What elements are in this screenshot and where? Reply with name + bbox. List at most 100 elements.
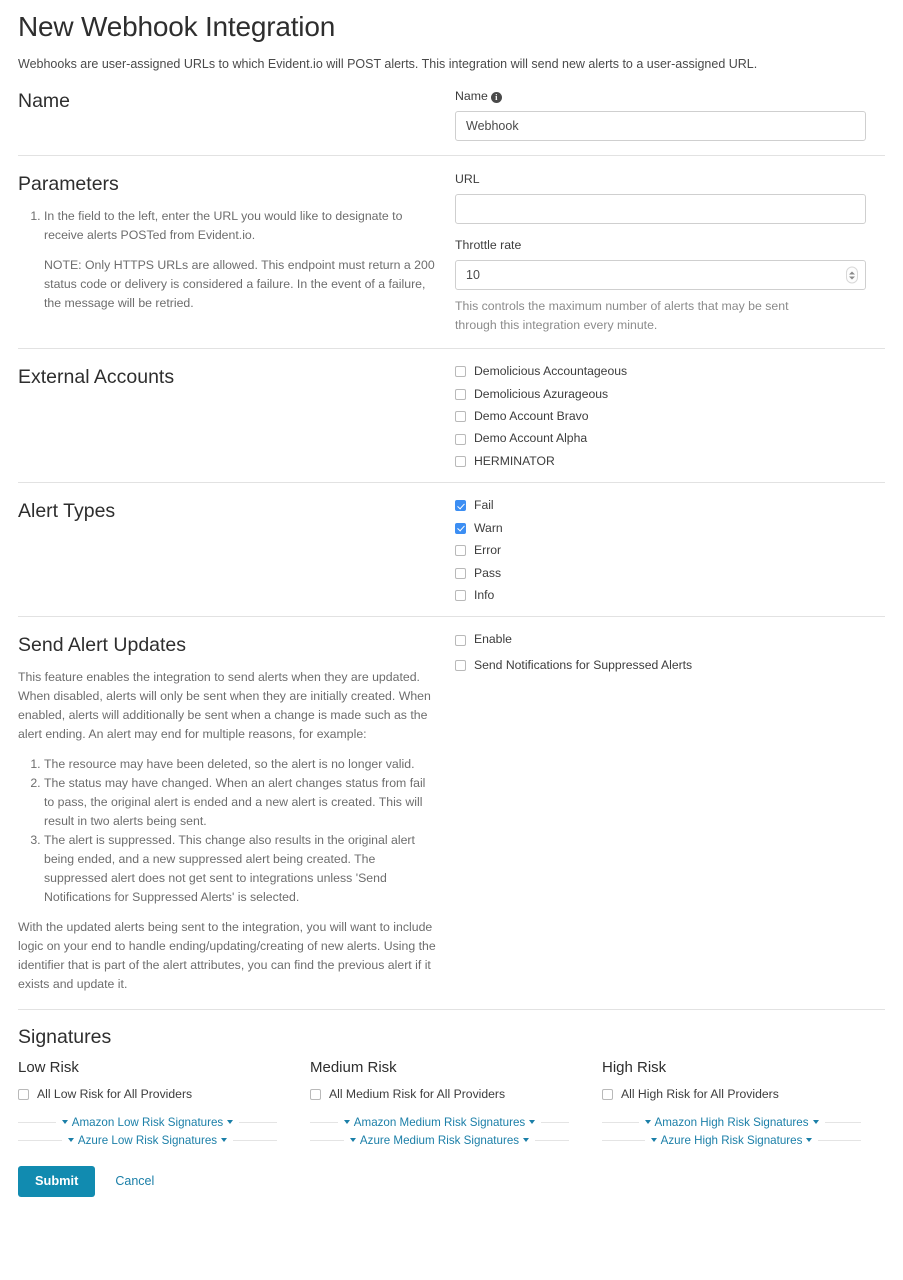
checkbox-row-demo-account-alpha[interactable]: Demo Account Alpha [455, 432, 885, 445]
name-field-label-text: Name [455, 89, 488, 104]
checkbox-icon[interactable] [455, 545, 466, 557]
checkbox-icon[interactable] [455, 522, 466, 534]
signature-dropdown-amazon-medium-risk[interactable]: Amazon Medium Risk Signatures [338, 1116, 541, 1129]
caret-down-icon [221, 1138, 228, 1143]
section-name-heading: Name [18, 90, 71, 113]
caret-down-icon [349, 1138, 356, 1143]
name-field-group: Name i [455, 89, 885, 142]
caret-down-icon [812, 1120, 819, 1125]
signature-dropdown-row: Amazon High Risk Signatures [602, 1116, 862, 1129]
section-send-alert-updates-left: Send Alert Updates This feature enables … [18, 633, 455, 994]
checkbox-icon[interactable] [455, 634, 466, 646]
checkbox-icon[interactable] [455, 660, 466, 672]
caret-down-icon [227, 1120, 234, 1125]
throttle-rate-input[interactable] [455, 260, 866, 291]
checkbox-icon[interactable] [455, 433, 466, 445]
signature-dropdown-row: Amazon Medium Risk Signatures [310, 1116, 569, 1129]
signature-dropdown-row: Amazon Low Risk Signatures [18, 1116, 277, 1129]
checkbox-label: Enable [474, 632, 512, 647]
signatures-column-title: Low Risk [18, 1058, 79, 1076]
signatures-column-low-risk: Low Risk All Low Risk for All Providers … [18, 1059, 310, 1152]
parameters-instruction-list: In the field to the left, enter the URL … [18, 207, 437, 313]
signature-dropdown-label: Azure Medium Risk Signatures [359, 1133, 520, 1147]
checkbox-row-all-low-risk[interactable]: All Low Risk for All Providers [18, 1087, 288, 1101]
checkbox-row-demo-account-bravo[interactable]: Demo Account Bravo [455, 409, 885, 424]
checkbox-icon[interactable] [455, 567, 466, 579]
caret-down-icon [529, 1120, 536, 1125]
checkbox-icon[interactable] [455, 456, 466, 468]
rule-left [602, 1121, 639, 1123]
info-icon[interactable]: i [490, 92, 502, 104]
signatures-columns: Low Risk All Low Risk for All Providers … [18, 1059, 885, 1152]
signature-dropdown-label: Amazon Medium Risk Signatures [353, 1115, 526, 1129]
signature-dropdown-amazon-high-risk[interactable]: Amazon High Risk Signatures [639, 1116, 825, 1129]
caret-down-icon [67, 1138, 74, 1143]
rule-left [18, 1121, 56, 1123]
checkbox-row-demolicious-accountageous[interactable]: Demolicious Accountageous [455, 364, 885, 378]
signature-dropdown-azure-low-risk[interactable]: Azure Low Risk Signatures [62, 1134, 233, 1147]
signature-dropdown-row: Azure Medium Risk Signatures [310, 1134, 569, 1147]
checkbox-row-herminator[interactable]: HERMINATOR [455, 453, 885, 468]
list-item: The alert is suppressed. This change als… [44, 831, 437, 907]
url-field-group: URL [455, 172, 885, 225]
list-item: The status may have changed. When an ale… [44, 774, 437, 831]
checkbox-icon[interactable] [310, 1088, 321, 1100]
checkbox-icon[interactable] [455, 388, 466, 400]
checkbox-row-info[interactable]: Info [455, 587, 885, 602]
section-alert-types-heading: Alert Types [18, 500, 116, 523]
name-field-label: Name i [455, 89, 885, 105]
signature-dropdown-label: Azure Low Risk Signatures [77, 1133, 218, 1147]
checkbox-label: HERMINATOR [474, 453, 555, 468]
signature-dropdown-amazon-low-risk[interactable]: Amazon Low Risk Signatures [56, 1116, 239, 1129]
rule-right [541, 1121, 569, 1123]
throttle-help-text: This controls the maximum number of aler… [455, 299, 789, 332]
list-item: The resource may have been deleted, so t… [44, 755, 437, 774]
checkbox-icon[interactable] [455, 590, 466, 602]
signature-dropdown-azure-medium-risk[interactable]: Azure Medium Risk Signatures [344, 1134, 535, 1147]
checkbox-row-error[interactable]: Error [455, 543, 885, 557]
section-alert-types-left: Alert Types [18, 499, 455, 533]
submit-button[interactable]: Submit [18, 1165, 96, 1197]
rule-right [535, 1139, 569, 1141]
name-input[interactable] [455, 111, 866, 142]
checkbox-row-demolicious-azurageous[interactable]: Demolicious Azurageous [455, 387, 885, 401]
cancel-link[interactable]: Cancel [115, 1174, 154, 1188]
throttle-field-group: Throttle rate This controls the maximum … [455, 238, 885, 334]
checkbox-row-all-medium-risk[interactable]: All Medium Risk for All Providers [310, 1086, 580, 1101]
send-alert-updates-paragraph-2: With the updated alerts being sent to th… [18, 920, 436, 992]
signatures-column-high-risk: High Risk All High Risk for All Provider… [602, 1059, 894, 1152]
checkbox-label: Warn [474, 520, 503, 535]
checkbox-row-warn[interactable]: Warn [455, 520, 885, 535]
checkbox-label: All High Risk for All Providers [621, 1086, 779, 1101]
number-stepper-icon[interactable] [846, 266, 858, 284]
send-alert-updates-paragraph-1: This feature enables the integration to … [18, 669, 431, 741]
page-title: New Webhook Integration [18, 11, 336, 42]
url-field-label: URL [455, 172, 480, 187]
page-intro: Webhooks are user-assigned URLs to which… [18, 56, 758, 71]
section-parameters-right: URL Throttle rate This controls the maxi… [455, 172, 885, 334]
checkbox-icon[interactable] [18, 1088, 29, 1100]
caret-down-icon [523, 1138, 530, 1143]
section-external-accounts-left: External Accounts [18, 365, 455, 399]
checkbox-label: Demo Account Bravo [474, 409, 589, 424]
checkbox-icon[interactable] [455, 366, 466, 378]
checkbox-label: Send Notifications for Suppressed Alerts [474, 657, 693, 672]
url-input[interactable] [455, 194, 866, 225]
checkbox-icon[interactable] [602, 1088, 613, 1100]
checkbox-icon[interactable] [455, 411, 466, 423]
checkbox-row-all-high-risk[interactable]: All High Risk for All Providers [602, 1086, 872, 1101]
signatures-column-title: Medium Risk [310, 1058, 397, 1076]
checkbox-row-suppressed-alerts[interactable]: Send Notifications for Suppressed Alerts [455, 657, 885, 672]
rule-left [602, 1139, 645, 1141]
checkbox-row-enable[interactable]: Enable [455, 632, 885, 647]
checkbox-label: Info [474, 587, 495, 602]
send-alert-updates-reason-list: The resource may have been deleted, so t… [18, 755, 437, 907]
checkbox-label: All Medium Risk for All Providers [329, 1086, 506, 1101]
checkbox-row-fail[interactable]: Fail [455, 498, 885, 512]
section-parameters-left: Parameters In the field to the left, ent… [18, 172, 455, 315]
checkbox-row-pass[interactable]: Pass [455, 566, 885, 580]
checkbox-icon[interactable] [455, 500, 466, 512]
signature-dropdown-azure-high-risk[interactable]: Azure High Risk Signatures [645, 1134, 819, 1147]
caret-down-icon [650, 1138, 657, 1143]
rule-left [18, 1139, 62, 1141]
